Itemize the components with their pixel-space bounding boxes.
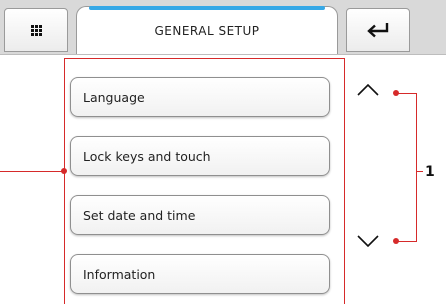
title-tab: GENERAL SETUP xyxy=(76,6,338,54)
menu-item-label: Set date and time xyxy=(83,207,196,223)
menu-item-language[interactable]: Language xyxy=(70,77,330,117)
return-arrow-icon xyxy=(367,23,389,38)
menu-grid-button[interactable] xyxy=(4,8,68,52)
left-leader-dot xyxy=(61,168,67,174)
menu-item-date-time[interactable]: Set date and time xyxy=(70,195,330,235)
grid-icon xyxy=(30,24,42,36)
bracket-bottom-line xyxy=(396,241,417,242)
menu-item-information[interactable]: Information xyxy=(70,254,330,294)
chevron-up-icon[interactable] xyxy=(357,84,379,96)
bracket-top-line xyxy=(396,93,417,94)
chevron-down-icon[interactable] xyxy=(357,235,379,247)
back-button[interactable] xyxy=(346,8,410,52)
menu-item-label: Information xyxy=(83,266,156,282)
menu-item-label: Lock keys and touch xyxy=(83,148,211,164)
menu-item-lock-keys[interactable]: Lock keys and touch xyxy=(70,136,330,176)
page-title: GENERAL SETUP xyxy=(154,23,260,38)
left-leader-line xyxy=(0,171,66,172)
menu-item-label: Language xyxy=(83,89,145,105)
bracket-vertical-line xyxy=(416,93,417,242)
bracket-tick-line xyxy=(416,171,423,172)
callout-label: 1 xyxy=(425,164,435,180)
